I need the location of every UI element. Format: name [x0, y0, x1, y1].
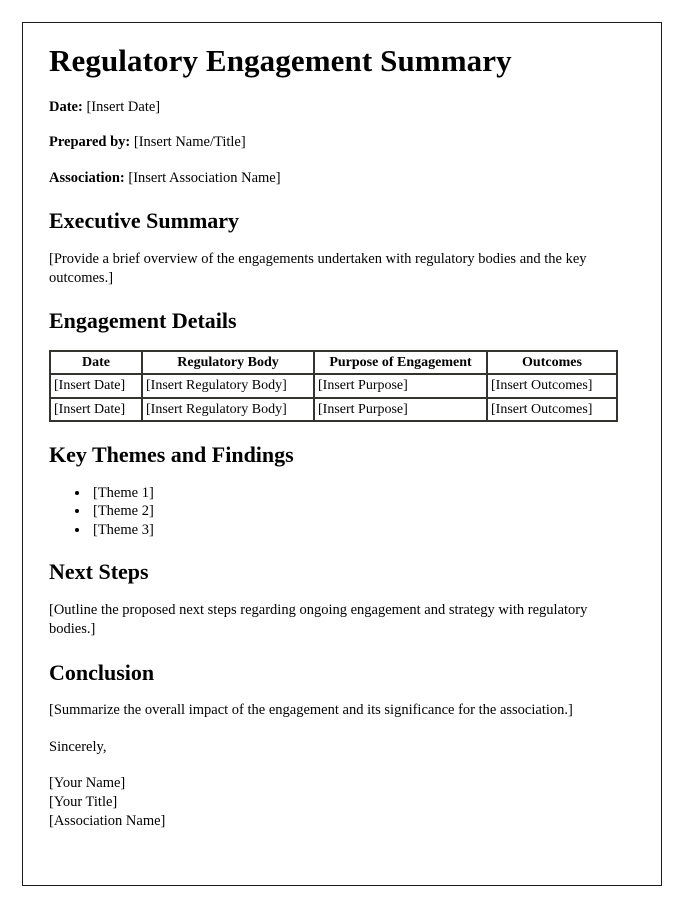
heading-next-steps: Next Steps: [49, 559, 149, 585]
table-cell-date: [Insert Date]: [50, 397, 142, 422]
table-row: [Insert Date] [Insert Regulatory Body] […: [50, 374, 617, 398]
engagement-details-table: Date Regulatory Body Purpose of Engageme…: [49, 349, 618, 423]
table-cell-outcomes: [Insert Outcomes]: [487, 374, 617, 398]
list-item: [Theme 3]: [90, 521, 623, 540]
meta-date-label: Date:: [49, 98, 83, 115]
table-header-purpose: Purpose of Engagement: [314, 350, 487, 375]
meta-prepared-by-value: [Insert Name/Title]: [133, 134, 246, 151]
table-header-row: Date Regulatory Body Purpose of Engageme…: [50, 350, 617, 375]
meta-association-label: Association:: [49, 170, 125, 187]
table-header-outcomes: Outcomes: [487, 350, 617, 375]
key-themes-list: [Theme 1] [Theme 2] [Theme 3]: [49, 484, 623, 540]
table-header-date: Date: [50, 350, 142, 375]
signature-name: [Your Name]: [49, 775, 126, 792]
table-header-regulatory-body: Regulatory Body: [142, 350, 314, 375]
meta-prepared-by-label: Prepared by:: [49, 134, 131, 151]
document-body: Regulatory Engagement Summary Date: [Ins…: [49, 43, 623, 832]
meta-prepared-by: Prepared by: [Insert Name/Title]: [49, 133, 623, 152]
heading-engagement-details: Engagement Details: [49, 308, 237, 334]
closing-salutation: Sincerely,: [49, 739, 107, 756]
table-cell-regulatory-body: [Insert Regulatory Body]: [142, 397, 314, 422]
paragraph-executive-summary: [Provide a brief overview of the engagem…: [49, 250, 587, 286]
list-item: [Theme 2]: [90, 502, 623, 521]
signature-association: [Association Name]: [49, 813, 166, 830]
meta-date-value: [Insert Date]: [86, 98, 161, 115]
signature-block: [Your Name] [Your Title] [Association Na…: [49, 774, 623, 831]
paragraph-conclusion: [Summarize the overall impact of the eng…: [49, 701, 573, 718]
table-cell-purpose: [Insert Purpose]: [314, 374, 487, 398]
heading-executive-summary: Executive Summary: [49, 208, 240, 234]
signature-title: [Your Title]: [49, 794, 118, 811]
table-row: [Insert Date] [Insert Regulatory Body] […: [50, 397, 617, 422]
meta-association: Association: [Insert Association Name]: [49, 169, 623, 188]
table-cell-outcomes: [Insert Outcomes]: [487, 397, 617, 422]
list-item: [Theme 1]: [90, 484, 623, 503]
heading-key-themes: Key Themes and Findings: [49, 442, 294, 468]
meta-date: Date: [Insert Date]: [49, 98, 623, 117]
table-cell-purpose: [Insert Purpose]: [314, 397, 487, 422]
page-title: Regulatory Engagement Summary: [49, 43, 512, 78]
table-cell-date: [Insert Date]: [50, 374, 142, 398]
paragraph-next-steps: [Outline the proposed next steps regardi…: [49, 601, 588, 638]
document-page: Regulatory Engagement Summary Date: [Ins…: [22, 22, 662, 886]
heading-conclusion: Conclusion: [49, 659, 155, 685]
meta-association-value: [Insert Association Name]: [128, 170, 281, 187]
table-cell-regulatory-body: [Insert Regulatory Body]: [142, 374, 314, 398]
